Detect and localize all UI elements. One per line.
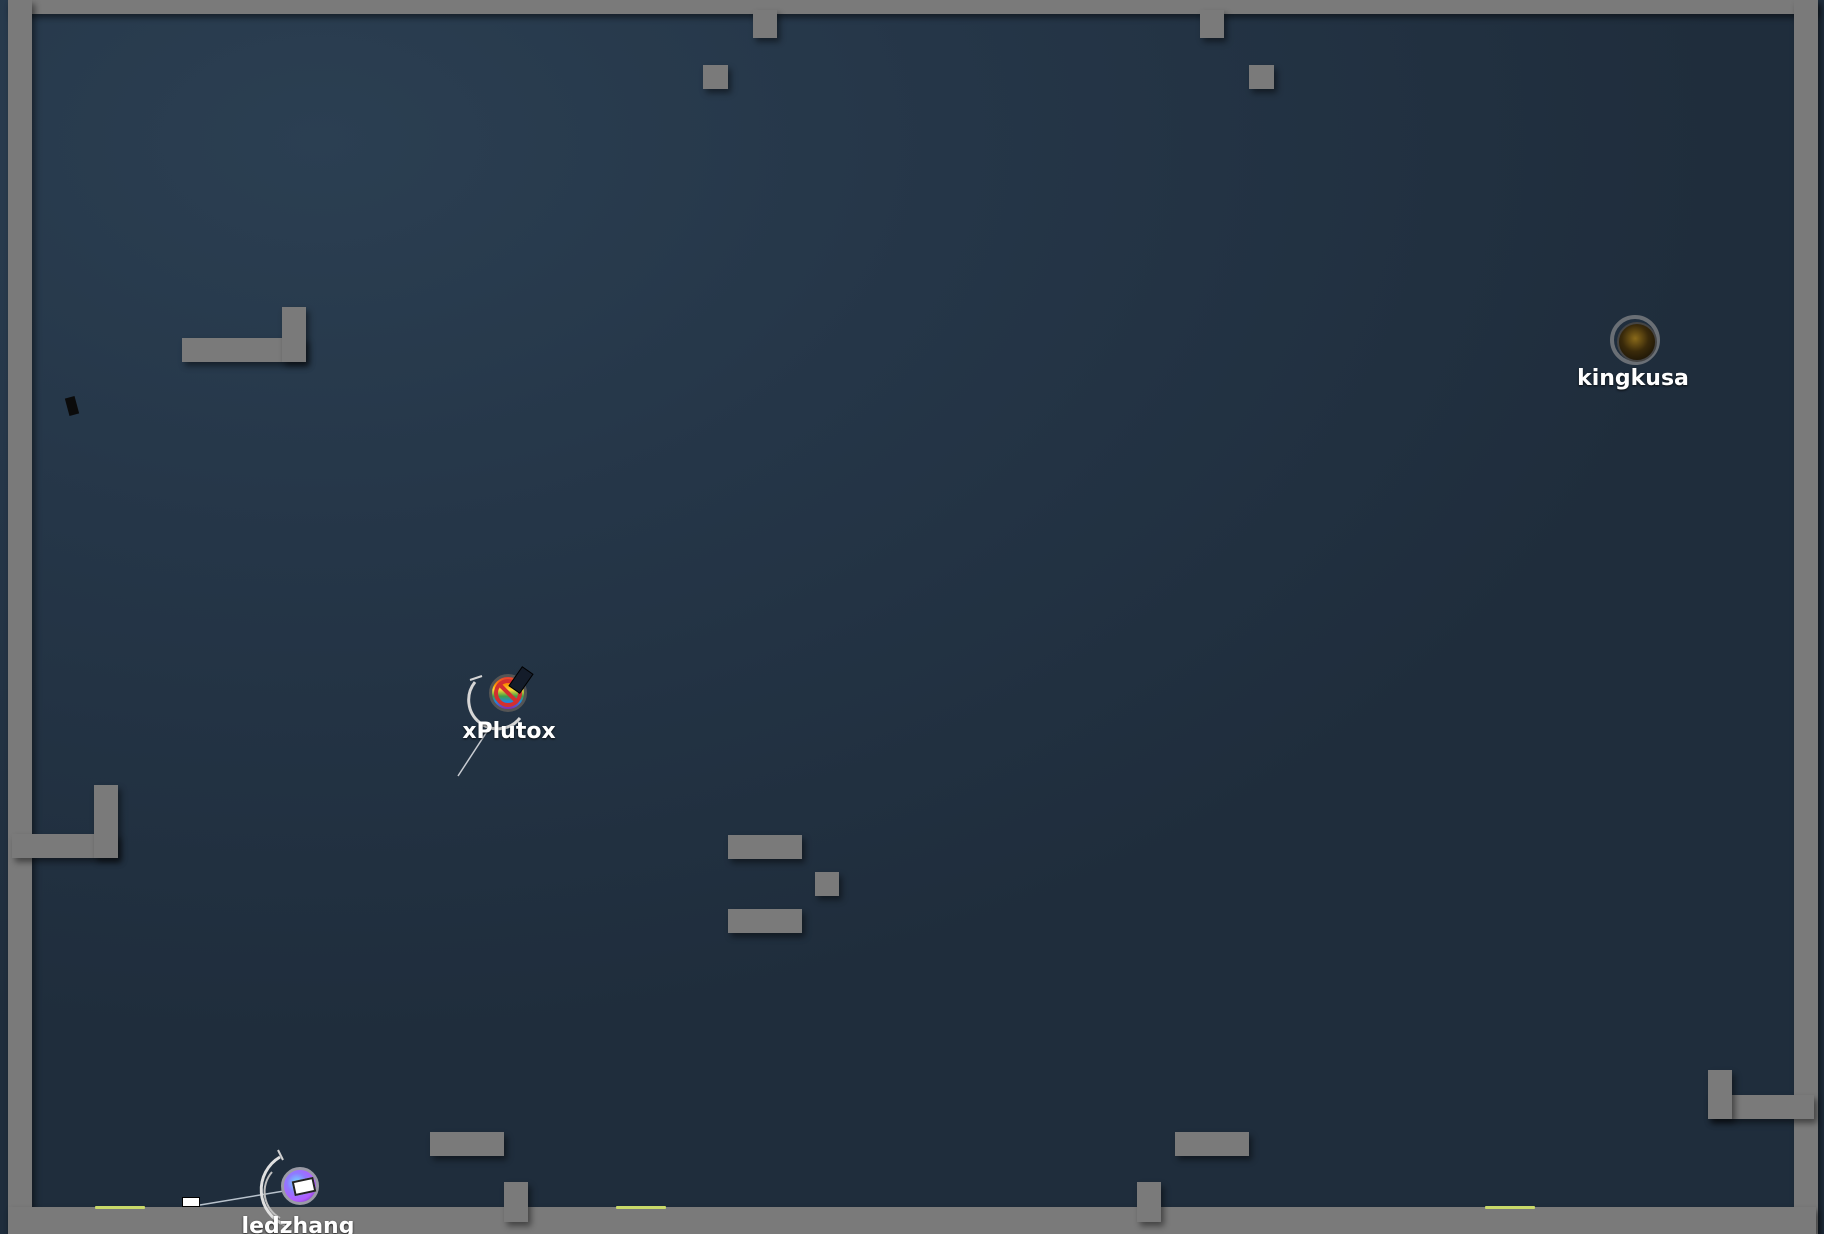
- tether-line: [199, 1189, 291, 1206]
- player-name: kingkusa: [1577, 366, 1689, 391]
- spin-tick: [469, 675, 483, 681]
- player-name: xPlutox: [462, 719, 556, 744]
- player-name: ledzhang: [241, 1214, 355, 1234]
- game-arena[interactable]: kingkusa xPlutox ledzhang: [0, 0, 1824, 1234]
- dark-gold-skin-icon: [1617, 322, 1657, 362]
- effects-layer: [199, 315, 1660, 1227]
- projectile: [182, 1197, 200, 1207]
